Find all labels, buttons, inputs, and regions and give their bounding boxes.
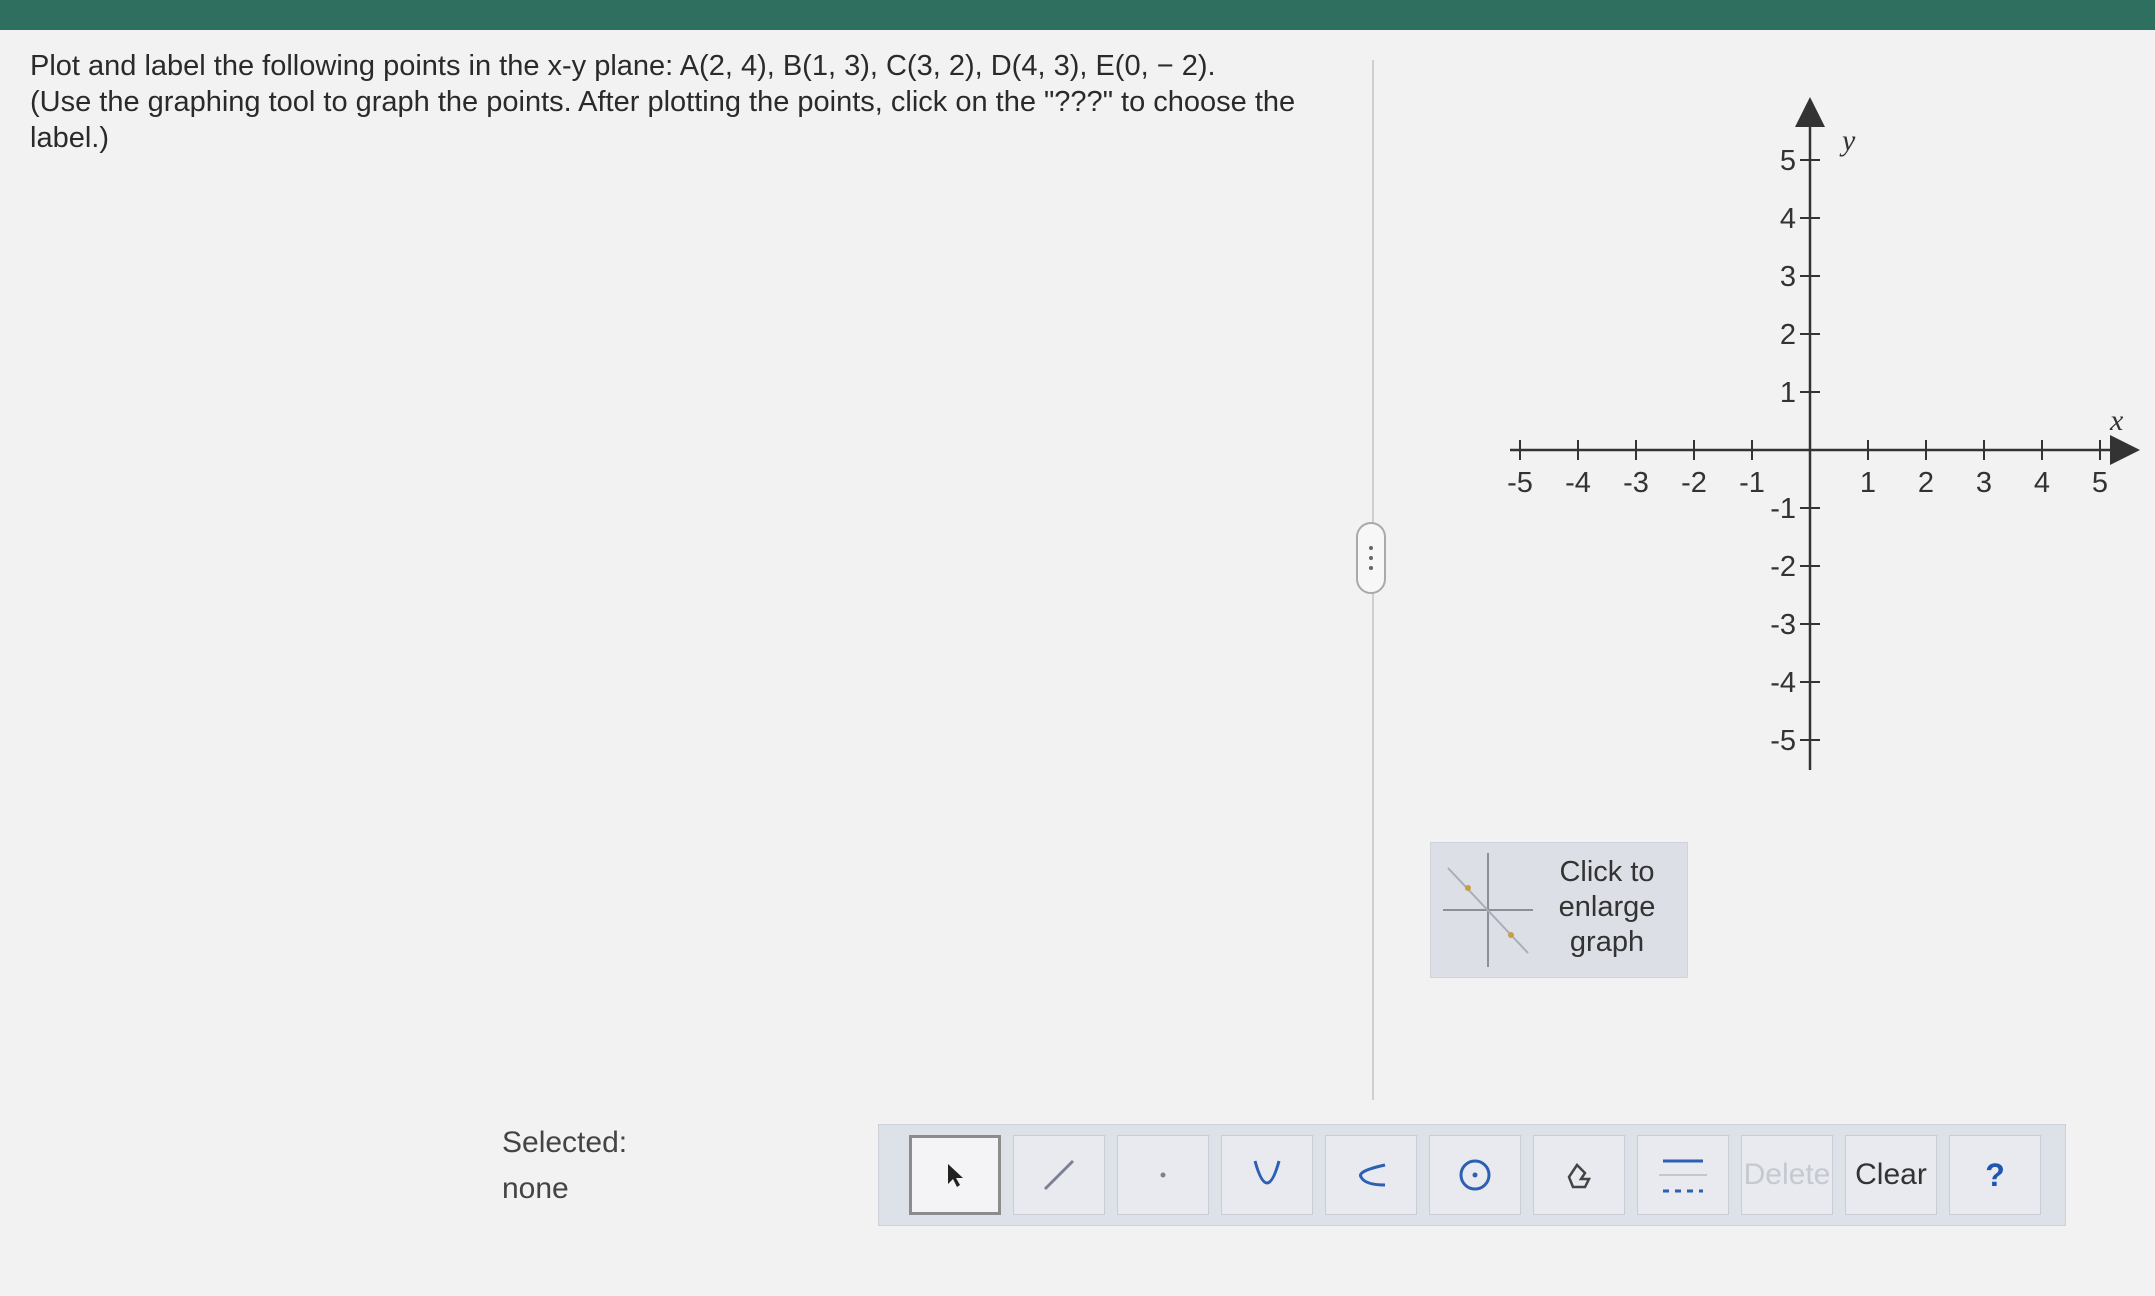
question-page: Plot and label the following points in t…	[0, 30, 2155, 1296]
y-tick-label: -5	[1770, 725, 1796, 757]
x-tick-label: 2	[1918, 467, 1934, 499]
parabola-tool-button[interactable]	[1221, 1135, 1313, 1215]
question-instruction: Plot and label the following points in t…	[30, 50, 1216, 82]
x-tick-label: 1	[1860, 467, 1876, 499]
y-tick-label: -3	[1770, 609, 1796, 641]
y-tick-label: -2	[1770, 551, 1796, 583]
graph-thumbnail-icon	[1443, 853, 1533, 967]
pointer-icon	[948, 1164, 963, 1187]
x-tick-label: -1	[1739, 467, 1765, 499]
y-tick-label: 4	[1780, 203, 1796, 235]
y-tick-label: 3	[1780, 261, 1796, 293]
y-tick-label: -4	[1770, 667, 1796, 699]
top-header-bar	[0, 0, 2155, 30]
y-tick-label: 5	[1780, 145, 1796, 177]
selected-label: Selected:	[502, 1126, 628, 1159]
question-hint: (Use the graphing tool to graph the poin…	[30, 86, 1296, 154]
y-tick-label: 2	[1780, 319, 1796, 351]
line-tool-button[interactable]	[1013, 1135, 1105, 1215]
circle-tool-button[interactable]	[1429, 1135, 1521, 1215]
x-tick-label: 3	[1976, 467, 1992, 499]
question-text: Plot and label the following points in t…	[30, 48, 1320, 156]
y-tick-label: -1	[1770, 493, 1796, 525]
circle-icon	[1459, 1159, 1491, 1191]
point-icon	[1160, 1172, 1166, 1178]
solid-dashed-tool-button[interactable]	[1637, 1135, 1729, 1215]
line-icon	[1043, 1159, 1075, 1191]
graphing-toolbar: Delete Clear ?	[878, 1124, 2066, 1226]
point-tool-button[interactable]	[1117, 1135, 1209, 1215]
parabola-icon	[1253, 1160, 1281, 1185]
x-tick-label: -3	[1623, 467, 1649, 499]
arc-tool-button[interactable]	[1325, 1135, 1417, 1215]
delete-button[interactable]: Delete	[1741, 1135, 1833, 1215]
shade-icon	[1567, 1163, 1592, 1189]
y-axis-label: y	[1839, 124, 1856, 157]
solid-dashed-icon	[1659, 1159, 1707, 1193]
help-button[interactable]: ?	[1949, 1135, 2041, 1215]
x-tick-label: -4	[1565, 467, 1591, 499]
shade-tool-button[interactable]	[1533, 1135, 1625, 1215]
coordinate-plane[interactable]: -5 -4 -3 -2 -1 1 2 3 4 5 5 4 3 2 1 -1 -2 -3 -4 -5 x y	[1470, 90, 2150, 770]
selected-value: none	[502, 1172, 569, 1205]
y-tick-label: 1	[1780, 377, 1796, 409]
x-tick-label: -5	[1507, 467, 1533, 499]
enlarge-graph-button[interactable]: Click to enlarge graph	[1430, 842, 1688, 978]
x-tick-label: 5	[2092, 467, 2108, 499]
x-tick-label: 4	[2034, 467, 2050, 499]
x-tick-label: -2	[1681, 467, 1707, 499]
enlarge-graph-label: Click to enlarge graph	[1558, 856, 1656, 958]
clear-button[interactable]: Clear	[1845, 1135, 1937, 1215]
resize-handle[interactable]	[1356, 522, 1386, 594]
arc-icon	[1359, 1163, 1386, 1187]
pointer-tool-button[interactable]	[909, 1135, 1001, 1215]
x-axis-label: x	[2109, 404, 2124, 437]
